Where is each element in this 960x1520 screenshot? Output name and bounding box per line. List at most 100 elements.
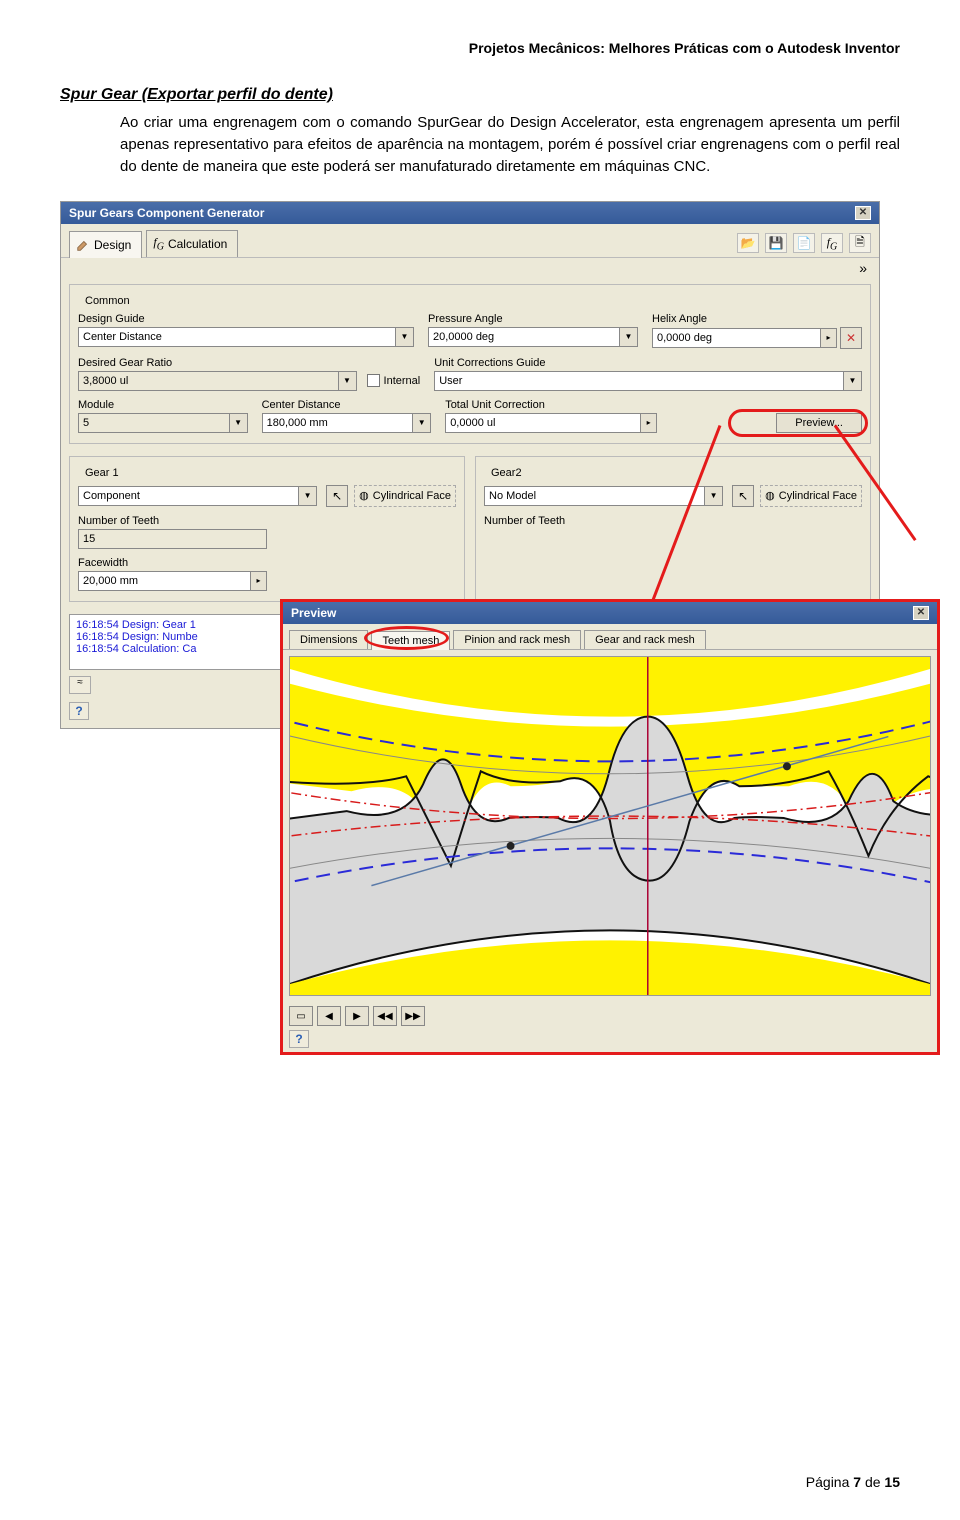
pressure-angle-input[interactable]: 20,0000 deg <box>428 327 620 347</box>
internal-checkbox[interactable]: Internal <box>367 374 421 387</box>
ucg-select[interactable]: User <box>434 371 844 391</box>
dropdown-button[interactable]: ▼ <box>620 327 638 347</box>
folder-icon: 📂 <box>741 236 756 250</box>
footer-total: 15 <box>884 1474 900 1490</box>
tuc-label: Total Unit Correction <box>445 399 657 411</box>
gear2-cylindrical-face[interactable]: ◍ Cylindrical Face <box>760 485 862 507</box>
dropdown-button[interactable]: ▼ <box>413 413 431 433</box>
gear-ratio-input[interactable]: 3,8000 ul <box>78 371 339 391</box>
tab-calculation[interactable]: fG Calculation <box>146 230 238 256</box>
module-input[interactable]: 5 <box>78 413 230 433</box>
preview-window: Preview ✕ Dimensions Teeth mesh Pinion a… <box>280 599 940 1055</box>
gear2-type-select[interactable]: No Model <box>484 486 705 506</box>
square-icon: ▭ <box>296 1011 305 1022</box>
gear1-legend: Gear 1 <box>82 467 122 479</box>
cursor-icon: ↖ <box>738 489 748 503</box>
tab-teeth-mesh[interactable]: Teeth mesh <box>371 631 450 650</box>
highlight-preview <box>728 409 868 437</box>
function-icon: fG <box>153 235 164 252</box>
gear1-teeth-input[interactable]: 15 <box>78 529 267 549</box>
window-titlebar: Spur Gears Component Generator ✕ <box>61 202 879 224</box>
center-distance-label: Center Distance <box>262 399 432 411</box>
design-guide-select[interactable]: Center Distance <box>78 327 396 347</box>
cursor-icon: ↖ <box>332 489 342 503</box>
gear1-facewidth-input[interactable]: 20,000 mm <box>78 571 251 591</box>
save-button[interactable]: 💾 <box>765 233 787 253</box>
ucg-label: Unit Corrections Guide <box>434 357 862 369</box>
note-button[interactable]: 📄 <box>793 233 815 253</box>
section-title: Spur Gear (Exportar perfil do dente) <box>60 86 900 104</box>
report-button[interactable]: 🗎 <box>849 233 871 253</box>
gear1-teeth-label: Number of Teeth <box>78 515 456 527</box>
gear1-cylindrical-face[interactable]: ◍ Cylindrical Face <box>354 485 456 507</box>
design-guide-label: Design Guide <box>78 313 414 325</box>
gear1-type-select[interactable]: Component <box>78 486 299 506</box>
nav-rewind-button[interactable]: ◀◀ <box>373 1006 397 1026</box>
footer-prefix: Página <box>806 1474 853 1490</box>
fx-button[interactable]: fG <box>821 233 843 253</box>
gear2-legend: Gear2 <box>488 467 525 479</box>
report-icon: 🗎 <box>855 233 865 254</box>
tab-calculation-label: Calculation <box>168 237 227 251</box>
cyl-face-label: Cylindrical Face <box>779 490 857 502</box>
gear1-group: Gear 1 Component ▼ ↖ ◍ Cylindrical Face … <box>69 456 465 602</box>
dropdown-button[interactable]: ▼ <box>339 371 357 391</box>
gear2-teeth-label: Number of Teeth <box>484 515 862 527</box>
pencil-icon <box>76 238 90 252</box>
note-icon: 📄 <box>797 236 812 250</box>
nav-home-button[interactable]: ▭ <box>289 1006 313 1026</box>
help-button[interactable]: ? <box>289 1030 309 1048</box>
common-group: Common Design Guide Center Distance ▼ Pr… <box>69 284 871 444</box>
disk-icon: 💾 <box>769 236 784 250</box>
helix-angle-label: Helix Angle <box>652 313 862 325</box>
cyl-face-label: Cylindrical Face <box>373 490 451 502</box>
preview-canvas <box>289 656 931 996</box>
nav-next-button[interactable]: ▶ <box>345 1006 369 1026</box>
tab-pinion-rack[interactable]: Pinion and rack mesh <box>453 630 581 649</box>
gear1-facewidth-label: Facewidth <box>78 557 456 569</box>
dropdown-button[interactable]: ▼ <box>396 327 414 347</box>
pressure-angle-label: Pressure Angle <box>428 313 638 325</box>
footer-page: 7 <box>853 1474 861 1490</box>
tab-design[interactable]: Design <box>69 231 142 257</box>
tab-design-label: Design <box>94 238 131 252</box>
pick-button[interactable]: ↖ <box>732 485 754 507</box>
dropdown-button[interactable]: ▼ <box>705 486 723 506</box>
preview-titlebar: Preview ✕ <box>283 602 937 624</box>
document-header: Projetos Mecânicos: Melhores Práticas co… <box>60 40 900 56</box>
collapse-button[interactable]: ≈ <box>69 676 91 694</box>
help-button[interactable]: ? <box>69 702 89 720</box>
module-label: Module <box>78 399 248 411</box>
expand-chevrons-button[interactable]: » <box>855 260 871 276</box>
gear2-group: Gear2 No Model ▼ ↖ ◍ Cylindrical Face Nu… <box>475 456 871 602</box>
helix-angle-input[interactable]: 0,0000 deg <box>652 328 821 348</box>
spinner-button[interactable]: ▸ <box>821 328 837 348</box>
tab-dimensions[interactable]: Dimensions <box>289 630 368 649</box>
common-legend: Common <box>82 295 133 307</box>
page-footer: Página 7 de 15 <box>806 1474 900 1490</box>
tuc-input[interactable]: 0,0000 ul <box>445 413 641 433</box>
preview-title: Preview <box>291 606 336 620</box>
open-button[interactable]: 📂 <box>737 233 759 253</box>
nav-forward-button[interactable]: ▶▶ <box>401 1006 425 1026</box>
dropdown-button[interactable]: ▼ <box>230 413 248 433</box>
dropdown-button[interactable]: ▼ <box>844 371 862 391</box>
teeth-mesh-diagram <box>290 657 930 995</box>
center-distance-input[interactable]: 180,000 mm <box>262 413 414 433</box>
dropdown-button[interactable]: ▼ <box>299 486 317 506</box>
fx-icon: fG <box>827 235 838 252</box>
cylinder-icon: ◍ <box>765 489 775 502</box>
footer-mid: de <box>861 1474 884 1490</box>
checkbox-icon <box>367 374 380 387</box>
nav-prev-button[interactable]: ◀ <box>317 1006 341 1026</box>
close-button[interactable]: ✕ <box>855 206 871 220</box>
tab-gear-rack[interactable]: Gear and rack mesh <box>584 630 706 649</box>
window-title: Spur Gears Component Generator <box>69 206 264 220</box>
cross-icon: ✕ <box>846 331 856 345</box>
cross-axis-button[interactable]: ✕ <box>840 327 862 349</box>
close-button[interactable]: ✕ <box>913 606 929 620</box>
tab-teeth-label: Teeth mesh <box>382 635 439 647</box>
pick-button[interactable]: ↖ <box>326 485 348 507</box>
spinner-button[interactable]: ▸ <box>251 571 267 591</box>
spinner-button[interactable]: ▸ <box>641 413 657 433</box>
